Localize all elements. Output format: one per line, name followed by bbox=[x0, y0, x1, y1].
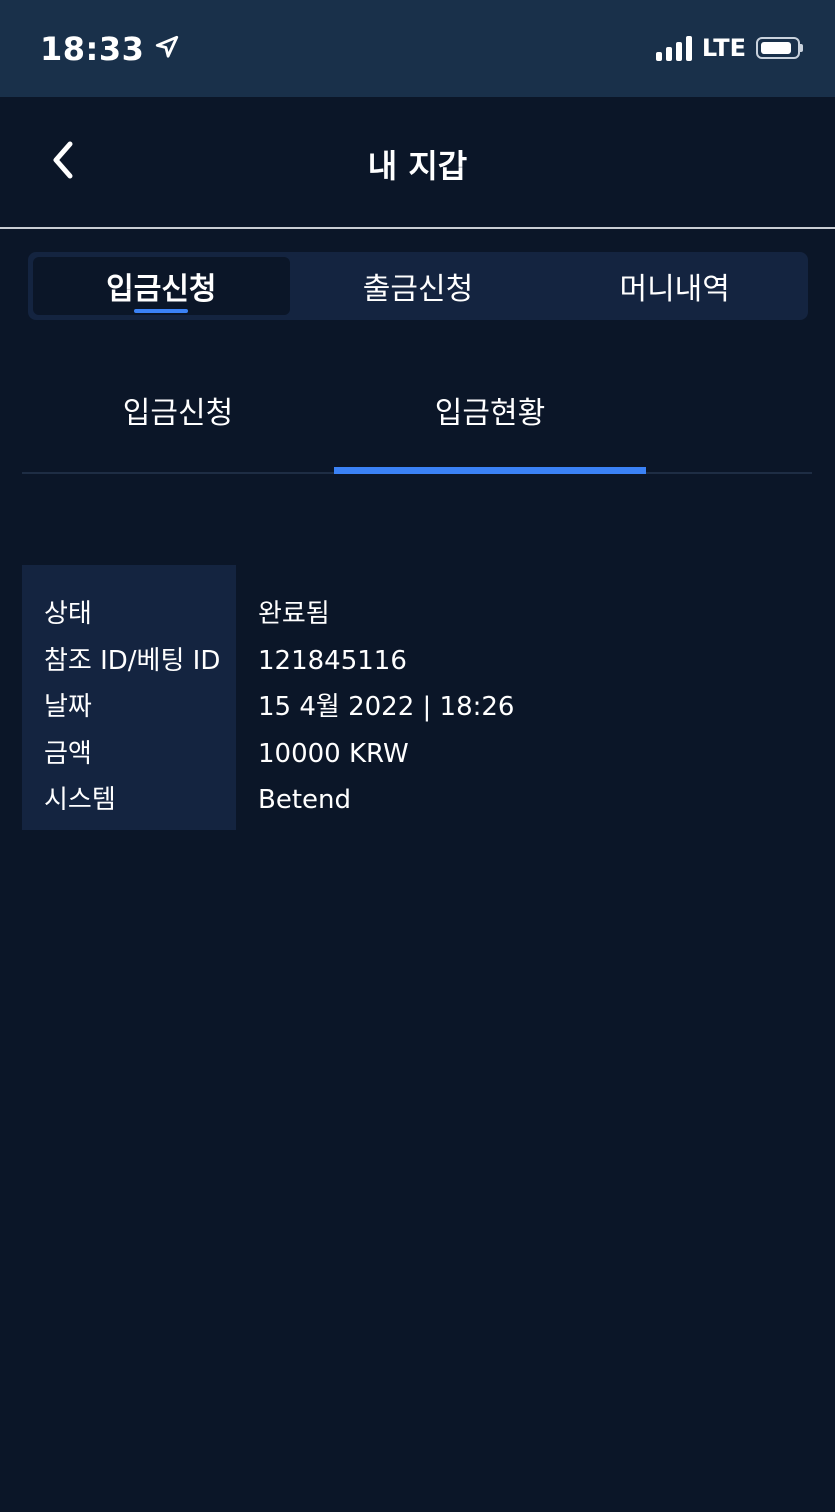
active-subtab-indicator bbox=[334, 467, 646, 474]
subtab-deposit-status[interactable]: 입금현황 bbox=[334, 366, 646, 474]
signal-icon bbox=[655, 35, 692, 61]
page-title: 내 지갑 bbox=[367, 147, 468, 185]
date-value: 15 4월 2022 | 18:26 bbox=[258, 692, 515, 722]
tab-withdrawal-request[interactable]: 출금신청 bbox=[290, 257, 547, 315]
network-label: LTE bbox=[701, 34, 746, 62]
reference-id-value: 121845116 bbox=[258, 645, 407, 676]
status-time: 18:33 bbox=[40, 30, 145, 68]
tab-label: 입금신청 bbox=[106, 272, 217, 307]
tab-label: 출금신청 bbox=[362, 272, 474, 307]
system-value: Betend bbox=[258, 785, 352, 815]
location-arrow-icon bbox=[154, 30, 180, 68]
tab-label: 머니내역 bbox=[619, 272, 730, 307]
subtab-label: 입금신청 bbox=[122, 396, 234, 431]
tab-money-history[interactable]: 머니내역 bbox=[546, 257, 803, 315]
system-label: 시스템 bbox=[44, 785, 116, 815]
wallet-tabs: 입금신청 출금신청 머니내역 bbox=[28, 252, 808, 320]
status-value: 완료됨 bbox=[258, 599, 330, 629]
subtab-deposit-request[interactable]: 입금신청 bbox=[22, 366, 334, 472]
active-tab-indicator bbox=[134, 309, 189, 313]
amount-label: 금액 bbox=[44, 738, 92, 769]
reference-id-label: 참조 ID/베팅 ID bbox=[44, 645, 221, 676]
status-bar: 18:33 LTE bbox=[0, 0, 835, 97]
date-label: 날짜 bbox=[44, 692, 92, 722]
app-header: 내 지갑 bbox=[0, 97, 835, 229]
deposit-status-table: 상태 참조 ID/베팅 ID 날짜 금액 시스템 완료됨 121845116 1… bbox=[22, 565, 812, 830]
status-time-group: 18:33 bbox=[40, 30, 180, 68]
battery-icon bbox=[756, 37, 803, 59]
status-indicators: LTE bbox=[655, 34, 803, 62]
label-column: 상태 참조 ID/베팅 ID 날짜 금액 시스템 bbox=[22, 565, 236, 830]
amount-value: 10000 KRW bbox=[258, 738, 409, 769]
subtab-label: 입금현황 bbox=[434, 396, 546, 431]
value-column: 완료됨 121845116 15 4월 2022 | 18:26 10000 K… bbox=[236, 565, 514, 830]
status-label: 상태 bbox=[44, 599, 92, 629]
deposit-sub-tabs: 입금신청 입금현황 bbox=[22, 366, 812, 474]
tab-deposit-request[interactable]: 입금신청 bbox=[33, 257, 290, 315]
